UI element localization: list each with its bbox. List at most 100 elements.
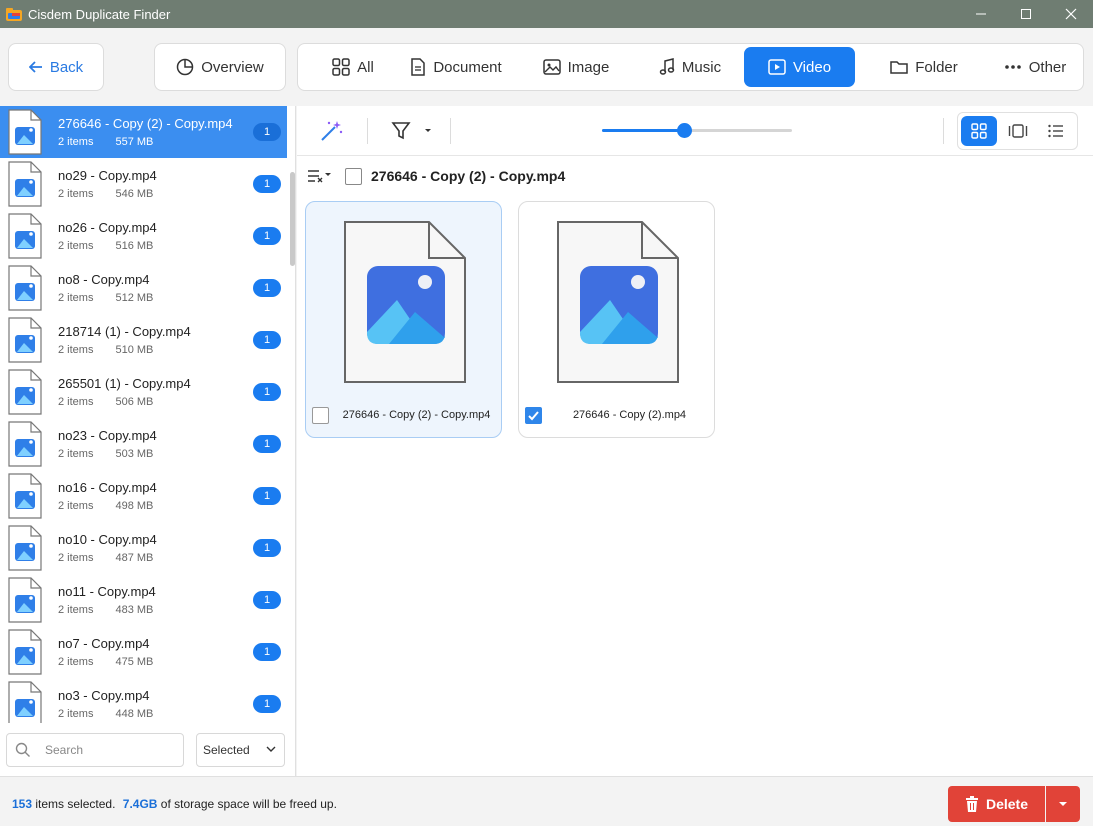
search-input[interactable] [45, 743, 165, 757]
selected-count-label: items selected. [35, 797, 116, 811]
group-meta: 2 items 475 MB [58, 656, 153, 668]
list-item[interactable]: no16 - Copy.mp4 2 items 498 MB 1 [0, 470, 287, 522]
tab-video[interactable]: Video [744, 47, 855, 87]
slider-thumb[interactable] [676, 123, 692, 138]
preview-toolbar [297, 106, 1093, 156]
pie-chart-icon [176, 58, 194, 76]
thumbnail-size-slider[interactable] [602, 123, 792, 138]
group-meta: 2 items 448 MB [58, 708, 153, 720]
count-badge: 1 [253, 539, 281, 557]
group-count: 2 items [58, 656, 94, 668]
filter-icon [391, 122, 431, 140]
filter-button[interactable] [391, 121, 435, 141]
video-file-icon [8, 265, 42, 311]
list-item[interactable]: no11 - Copy.mp4 2 items 483 MB 1 [0, 574, 287, 626]
group-size: 512 MB [115, 292, 154, 304]
file-card[interactable]: 276646 - Copy (2).mp4 [518, 201, 715, 438]
group-size: 557 MB [115, 136, 154, 148]
group-name: 276646 - Copy (2) - Copy.mp4 [58, 116, 233, 131]
chevron-down-icon [266, 746, 276, 752]
app-logo-icon [6, 7, 22, 21]
list-item[interactable]: no8 - Copy.mp4 2 items 512 MB 1 [0, 262, 287, 314]
tab-document[interactable]: Document [401, 47, 511, 87]
group-size: 506 MB [115, 396, 154, 408]
group-size: 483 MB [115, 604, 154, 616]
tab-music[interactable]: Music [642, 47, 738, 87]
select-group-checkbox[interactable] [345, 167, 362, 185]
compare-view-button[interactable] [1000, 116, 1036, 146]
group-size: 546 MB [115, 188, 154, 200]
tab-folder[interactable]: Folder [872, 47, 976, 87]
duplicate-group-sidebar: 276646 - Copy (2) - Copy.mp4 2 items 557 … [0, 106, 296, 776]
video-thumbnail-icon [344, 221, 466, 383]
file-card[interactable]: 276646 - Copy (2) - Copy.mp4 [305, 201, 502, 438]
group-name: no7 - Copy.mp4 [58, 636, 150, 651]
group-count: 2 items [58, 396, 94, 408]
group-name: no3 - Copy.mp4 [58, 688, 150, 703]
list-view-icon [1048, 124, 1063, 138]
group-size: 448 MB [115, 708, 154, 720]
checkmark-icon [528, 411, 539, 421]
maximize-button[interactable] [1003, 0, 1048, 28]
overview-button[interactable]: Overview [154, 43, 286, 91]
group-meta: 2 items 503 MB [58, 448, 153, 460]
close-window-button[interactable] [1048, 0, 1093, 28]
tab-image[interactable]: Image [528, 47, 624, 87]
list-item[interactable]: no10 - Copy.mp4 2 items 487 MB 1 [0, 522, 287, 574]
list-item[interactable]: no29 - Copy.mp4 2 items 546 MB 1 [0, 158, 287, 210]
count-badge: 1 [253, 487, 281, 505]
count-badge: 1 [253, 175, 281, 193]
list-item[interactable]: no26 - Copy.mp4 2 items 516 MB 1 [0, 210, 287, 262]
list-item[interactable]: no3 - Copy.mp4 2 items 448 MB 1 [0, 678, 287, 723]
group-name: no10 - Copy.mp4 [58, 532, 157, 547]
tab-music-label: Music [681, 58, 722, 76]
toolbar-divider [450, 118, 451, 144]
group-meta: 2 items 506 MB [58, 396, 153, 408]
delete-options-button[interactable] [1046, 786, 1080, 822]
group-count: 2 items [58, 604, 94, 616]
trash-icon [965, 796, 978, 812]
group-name: no11 - Copy.mp4 [58, 584, 156, 599]
count-badge: 1 [253, 435, 281, 453]
group-meta: 2 items 510 MB [58, 344, 153, 356]
image-icon [542, 59, 561, 75]
auto-select-button[interactable] [319, 119, 345, 143]
search-field[interactable] [6, 733, 184, 767]
minimize-button[interactable] [958, 0, 1003, 28]
tab-other[interactable]: Other [990, 47, 1080, 87]
sidebar-scrollbar[interactable] [290, 172, 295, 266]
selection-summary: 153 items selected. 7.4GB of storage spa… [12, 797, 337, 811]
tab-all[interactable]: All [313, 47, 393, 87]
list-item[interactable]: 276646 - Copy (2) - Copy.mp4 2 items 557 … [0, 106, 287, 158]
minimize-icon [975, 13, 986, 15]
main-pane: 276646 - Copy (2) - Copy.mp4 276646 - Co… [297, 106, 1093, 776]
group-size: 487 MB [115, 552, 154, 564]
filter-select[interactable]: Selected [196, 733, 285, 767]
group-name: no26 - Copy.mp4 [58, 220, 157, 235]
group-count: 2 items [58, 344, 94, 356]
group-meta: 2 items 516 MB [58, 240, 153, 252]
duplicate-group-list: 276646 - Copy (2) - Copy.mp4 2 items 557 … [0, 106, 288, 723]
back-button[interactable]: Back [8, 43, 104, 91]
list-item[interactable]: 218714 (1) - Copy.mp4 2 items 510 MB 1 [0, 314, 287, 366]
grid-view-button[interactable] [961, 116, 997, 146]
window-title: Cisdem Duplicate Finder [28, 6, 171, 22]
list-item[interactable]: no7 - Copy.mp4 2 items 475 MB 1 [0, 626, 287, 678]
group-size: 475 MB [115, 656, 154, 668]
sort-options-icon[interactable] [307, 169, 331, 183]
tab-folder-label: Folder [915, 58, 958, 76]
list-item[interactable]: no23 - Copy.mp4 2 items 503 MB 1 [0, 418, 287, 470]
maximize-icon [1020, 9, 1031, 19]
file-checkbox[interactable] [312, 407, 329, 424]
tab-image-label: Image [567, 58, 610, 76]
file-checkbox[interactable] [525, 407, 542, 424]
overview-label: Overview [201, 58, 264, 76]
count-badge: 1 [253, 695, 281, 713]
search-icon [15, 742, 30, 757]
list-view-button[interactable] [1038, 116, 1074, 146]
video-file-icon [8, 473, 42, 519]
delete-button[interactable]: Delete [948, 786, 1045, 822]
toolbar-divider [943, 118, 944, 144]
group-size: 510 MB [115, 344, 154, 356]
list-item[interactable]: 265501 (1) - Copy.mp4 2 items 506 MB 1 [0, 366, 287, 418]
